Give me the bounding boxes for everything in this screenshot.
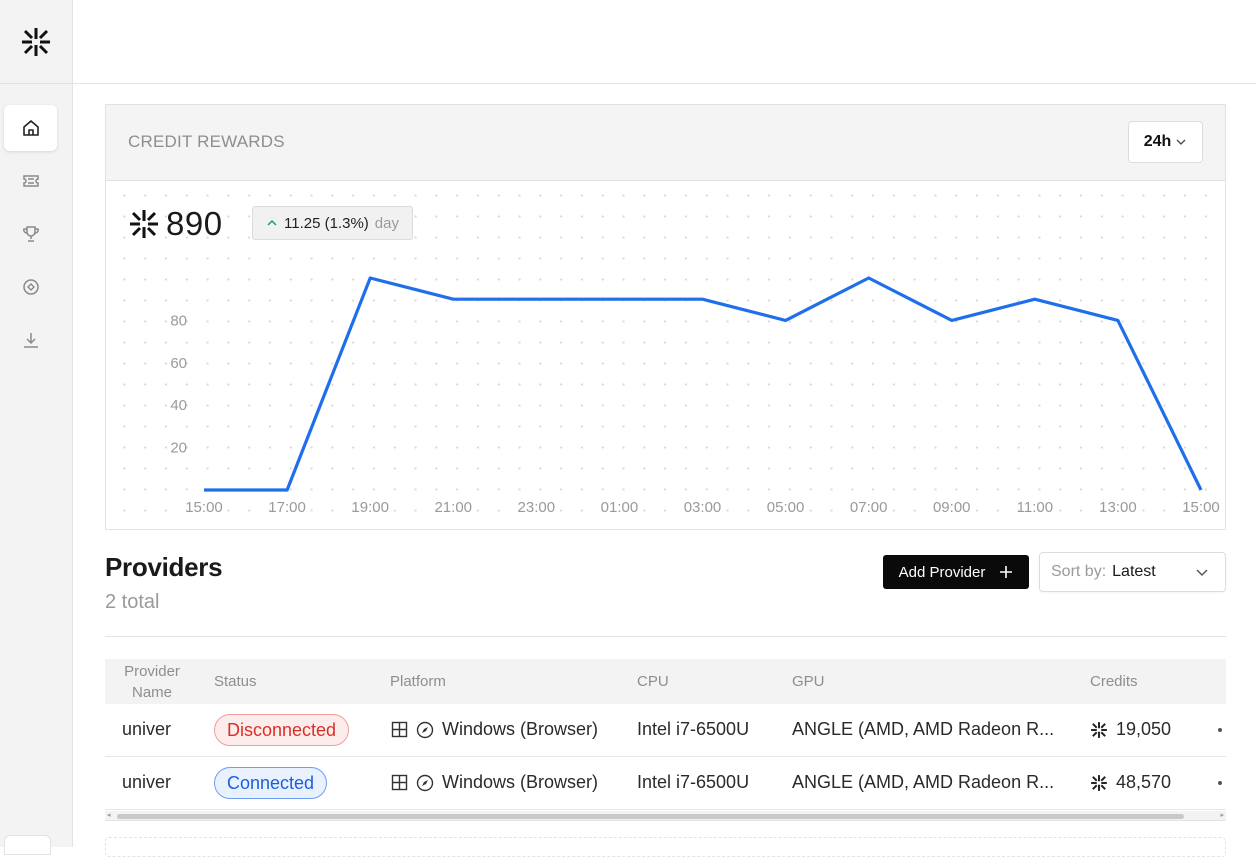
sort-value: Latest (1112, 563, 1156, 580)
credit-rewards-card: CREDIT REWARDS 24h 890 11.25 (1.3%) day … (105, 104, 1226, 530)
platform-label: Windows (Browser) (442, 772, 599, 792)
nav-tickets[interactable] (4, 158, 57, 204)
range-select[interactable]: 24h (1128, 121, 1203, 163)
sort-select[interactable]: Sort by: Latest (1039, 552, 1226, 592)
table-row[interactable]: univer Disconnected Windows (Browser) In… (105, 704, 1226, 757)
credit-icon (1091, 774, 1107, 791)
x-tick-label: 09:00 (933, 499, 971, 516)
x-tick-label: 19:00 (351, 499, 389, 516)
col-credits[interactable]: Credits (1090, 673, 1138, 690)
sort-label: Sort by: (1051, 563, 1107, 580)
range-value: 24h (1143, 133, 1172, 150)
chevron-down-icon (1196, 569, 1208, 576)
x-tick-label: 03:00 (684, 499, 722, 516)
nav-target[interactable] (4, 264, 57, 310)
providers-table: Provider Name Status Platform CPU GPU Cr… (105, 659, 1226, 810)
scroll-thumb[interactable] (117, 814, 1184, 819)
nav-download[interactable] (4, 317, 57, 363)
rewards-line-chart: 20 40 60 80 15:00 17:00 19:00 21:00 23:00 01:00 03… (170, 276, 1220, 516)
credits-value: 48,570 (1116, 772, 1172, 792)
status-badge: Disconnected (214, 714, 350, 746)
x-tick-label: 15:00 (1182, 499, 1220, 516)
cpu-cell: Intel i7-6500U (637, 772, 750, 792)
x-tick-label: 01:00 (601, 499, 639, 516)
providers-header: Providers 2 total (105, 552, 223, 614)
credits-cell: 48,570 (1090, 772, 1171, 793)
credits-cell: 19,050 (1090, 719, 1171, 740)
chart-area: 890 11.25 (1.3%) day 20 40 60 80 15:00 17:00 1… (106, 181, 1225, 529)
platform-cell: Windows (Browser) (391, 772, 598, 793)
row-menu-button[interactable] (1218, 728, 1222, 732)
target-icon (22, 279, 39, 295)
table-row[interactable]: univer Connected Windows (Browser) Intel… (105, 757, 1226, 810)
providers-count: 2 total (105, 591, 160, 613)
y-tick-label: 20 (170, 440, 187, 457)
y-tick-label: 80 (170, 312, 187, 329)
download-icon (23, 333, 38, 348)
rewards-series-line (204, 276, 1203, 492)
ticket-icon (22, 175, 39, 187)
cpu-cell: Intel i7-6500U (637, 719, 750, 739)
x-tick-label: 13:00 (1099, 499, 1137, 516)
scroll-left-icon[interactable]: ◂ (107, 811, 111, 821)
col-platform[interactable]: Platform (390, 673, 446, 690)
add-provider-label: Add Provider (898, 563, 986, 581)
table-header: Provider Name Status Platform CPU GPU Cr… (105, 659, 1226, 704)
x-tick-label: 05:00 (767, 499, 805, 516)
sidebar (0, 0, 73, 855)
row-menu-button[interactable] (1218, 781, 1222, 785)
provider-name: univer (122, 772, 172, 792)
credits-value: 19,050 (1116, 719, 1172, 739)
platform-cell: Windows (Browser) (391, 719, 598, 740)
platform-label: Windows (Browser) (442, 719, 599, 739)
providers-title: Providers (105, 552, 223, 582)
windows-icon (391, 774, 408, 791)
col-status[interactable]: Status (214, 673, 257, 690)
col-provider-name[interactable]: Provider Name (117, 661, 187, 703)
gpu-cell: ANGLE (AMD, AMD Radeon R... (792, 719, 1055, 739)
add-provider-button[interactable]: Add Provider (883, 555, 1029, 589)
horizontal-scrollbar[interactable]: ◂ ▸ (105, 811, 1226, 821)
x-tick-label: 17:00 (268, 499, 306, 516)
asterisk-logo-icon (22, 27, 50, 56)
status-badge: Connected (214, 767, 328, 799)
scroll-right-icon[interactable]: ▸ (1220, 811, 1224, 821)
chevron-down-icon (1176, 139, 1186, 145)
divider (105, 636, 1226, 637)
x-tick-label: 21:00 (434, 499, 472, 516)
provider-name: univer (122, 719, 172, 739)
windows-icon (391, 721, 408, 738)
nav-trophy[interactable] (4, 211, 57, 257)
col-gpu[interactable]: GPU (792, 673, 825, 690)
browser-compass-icon (416, 774, 434, 791)
home-icon (22, 120, 39, 136)
col-cpu[interactable]: CPU (637, 673, 669, 690)
card-title: CREDIT REWARDS (128, 132, 285, 151)
x-tick-label: 23:00 (518, 499, 556, 516)
card-header: CREDIT REWARDS 24h (106, 105, 1225, 181)
browser-compass-icon (416, 721, 434, 738)
y-tick-label: 60 (170, 355, 187, 372)
x-tick-label: 15:00 (185, 499, 223, 516)
gpu-cell: ANGLE (AMD, AMD Radeon R... (792, 772, 1055, 792)
credit-icon (1091, 721, 1107, 738)
app-logo[interactable] (0, 0, 72, 84)
top-bar (73, 0, 1256, 84)
x-tick-label: 07:00 (850, 499, 888, 516)
nav-home[interactable] (4, 105, 57, 151)
next-section-card (105, 837, 1226, 857)
trophy-icon (22, 226, 39, 242)
plus-icon (1000, 566, 1013, 578)
sidebar-bottom-button[interactable] (4, 835, 51, 855)
y-tick-label: 40 (170, 397, 187, 414)
x-tick-label: 11:00 (1017, 499, 1053, 516)
